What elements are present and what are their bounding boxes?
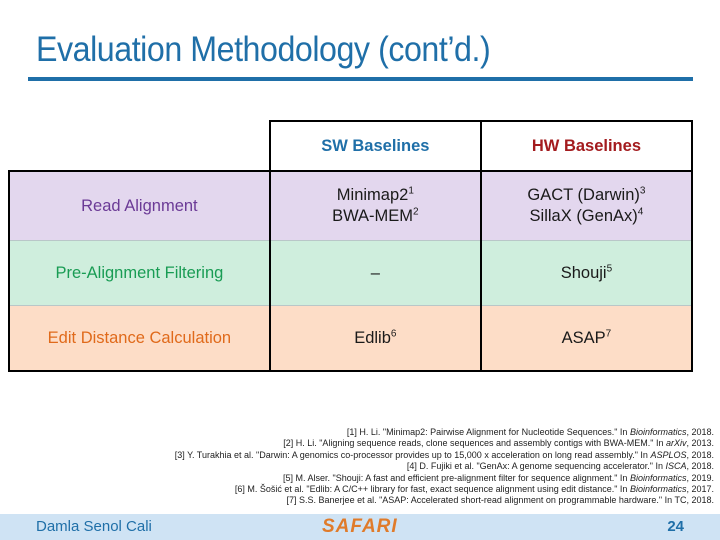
reference-venue: Bioinformatics <box>629 484 687 495</box>
reference-item: [6] M. Šošić et al. "Edlib: A C/C++ libr… <box>175 484 714 495</box>
ref-marker: 4 <box>637 206 644 218</box>
title-underline <box>28 77 693 81</box>
reference-year: , 2018. <box>686 461 714 472</box>
page-number: 24 <box>667 518 684 535</box>
ref-marker: 3 <box>639 185 646 197</box>
reference-venue: arXiv <box>665 438 687 449</box>
reference-venue: Bioinformatics <box>629 472 687 483</box>
sw-cell: Minimap21 BWA-MEM2 <box>268 170 482 241</box>
reference-text: [1] H. Li. "Minimap2: Pairwise Alignment… <box>346 427 630 437</box>
reference-year: , 2018. <box>686 427 714 437</box>
hw-item: SillaX (GenAx) <box>529 207 638 225</box>
sw-cell: Edlib6 <box>268 305 482 372</box>
table-header-row: SW Baselines HW Baselines <box>9 120 694 171</box>
table-row-pre-alignment-filtering: Pre-Alignment Filtering – Shouji5 <box>8 240 694 306</box>
ref-marker: 7 <box>605 328 612 339</box>
hw-cell: ASAP7 <box>479 305 694 372</box>
header-corner <box>9 121 270 171</box>
reference-venue: ASPLOS <box>650 449 687 460</box>
header-hw-baselines: HW Baselines <box>479 120 694 171</box>
reference-item: [2] H. Li. "Aligning sequence reads, clo… <box>175 438 714 449</box>
ref-marker: 5 <box>606 263 613 274</box>
sw-item: Edlib <box>354 328 391 347</box>
reference-year: , 2013. <box>686 438 714 449</box>
sw-item: BWA-MEM <box>332 207 414 225</box>
row-label: Read Alignment <box>8 170 271 241</box>
table-row-read-alignment: Read Alignment Minimap21 BWA-MEM2 GACT (… <box>8 170 694 241</box>
safari-logo: SAFARI <box>322 516 398 537</box>
reference-year: , 2017. <box>686 484 714 495</box>
sw-cell: – <box>268 240 482 306</box>
reference-venue: Bioinformatics <box>629 427 687 437</box>
ref-marker: 6 <box>390 328 397 339</box>
reference-text: [4] D. Fujiki et al. "GenAx: A genome se… <box>406 461 666 472</box>
reference-item: [3] Y. Turakhia et al. "Darwin: A genomi… <box>175 450 714 461</box>
reference-text: [2] H. Li. "Aligning sequence reads, clo… <box>283 438 666 449</box>
ref-marker: 2 <box>413 206 419 218</box>
reference-year: , 2018. <box>686 495 714 506</box>
reference-item: [5] M. Alser. "Shouji: A fast and effici… <box>175 473 714 484</box>
reference-year: , 2018. <box>686 449 714 460</box>
hw-item: Shouji <box>560 263 607 282</box>
hw-cell: GACT (Darwin)3 SillaX (GenAx)4 <box>479 170 694 241</box>
sw-item: – <box>370 263 380 282</box>
header-sw-baselines: SW Baselines <box>268 120 482 171</box>
reference-item: [1] H. Li. "Minimap2: Pairwise Alignment… <box>175 427 714 438</box>
row-label: Pre-Alignment Filtering <box>8 240 271 306</box>
hw-item: ASAP <box>561 328 606 347</box>
baselines-table: SW Baselines HW Baselines Read Alignment… <box>8 120 694 372</box>
row-label: Edit Distance Calculation <box>8 305 271 372</box>
reference-item: [4] D. Fujiki et al. "GenAx: A genome se… <box>175 461 714 472</box>
table-row-edit-distance-calculation: Edit Distance Calculation Edlib6 ASAP7 <box>8 305 694 372</box>
footer-bar: Damla Senol Cali SAFARI 24 <box>0 514 720 540</box>
reference-text: [3] Y. Turakhia et al. "Darwin: A genomi… <box>174 449 651 460</box>
hw-item: GACT (Darwin) <box>527 186 640 205</box>
reference-item: [7] S.S. Banerjee et al. "ASAP: Accelera… <box>175 495 714 506</box>
reference-year: , 2019. <box>686 472 714 483</box>
reference-text: [6] M. Šošić et al. "Edlib: A C/C++ libr… <box>234 484 630 495</box>
references-list: [1] H. Li. "Minimap2: Pairwise Alignment… <box>175 427 714 507</box>
reference-text: [5] M. Alser. "Shouji: A fast and effici… <box>283 472 630 483</box>
hw-cell: Shouji5 <box>479 240 694 306</box>
footer-author: Damla Senol Cali <box>36 518 152 535</box>
slide-title: Evaluation Methodology (cont’d.) <box>36 30 491 69</box>
reference-text: [7] S.S. Banerjee et al. "ASAP: Accelera… <box>286 495 687 506</box>
reference-venue: ISCA <box>665 461 687 472</box>
ref-marker: 1 <box>408 185 414 197</box>
sw-item: Minimap2 <box>336 186 409 205</box>
